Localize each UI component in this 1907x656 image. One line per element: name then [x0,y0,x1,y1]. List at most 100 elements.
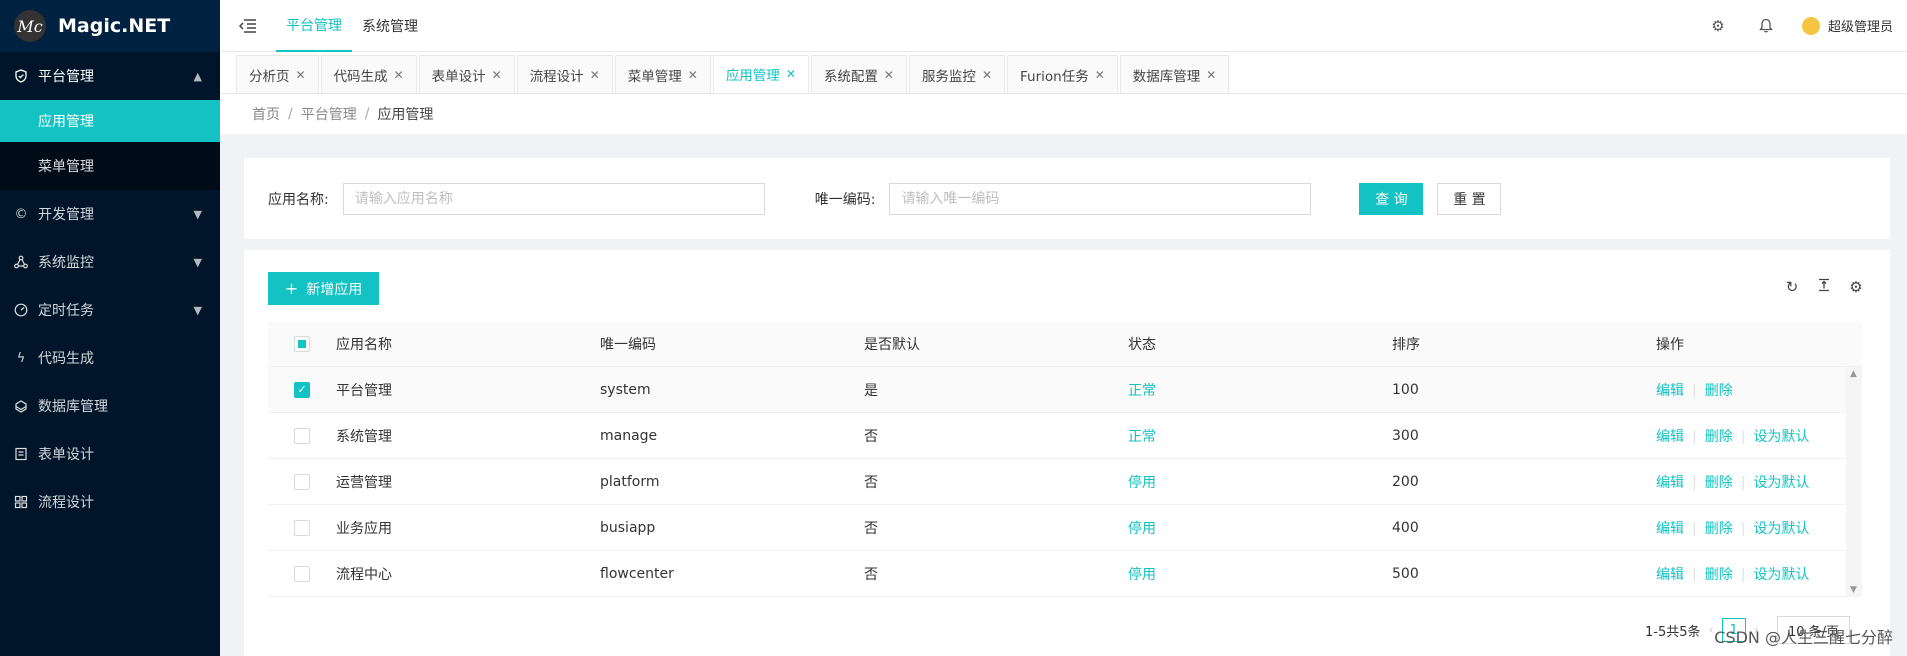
cell-default: 否 [864,474,878,491]
set-default-link[interactable]: 设为默认 [1753,429,1809,445]
table-row[interactable]: 业务应用 busiapp 否 停用 400 编辑 | 删除 | 设为默认 [268,505,1862,551]
breadcrumb-home[interactable]: 首页 [252,104,280,124]
close-icon[interactable]: ✕ [296,68,306,82]
delete-link[interactable]: 删除 [1705,383,1733,399]
reload-icon[interactable]: ↻ [1776,278,1808,296]
row-checkbox[interactable] [294,473,310,490]
scroll-up-icon[interactable]: ▲ [1850,369,1857,379]
app-name-input[interactable] [342,182,765,215]
page-tab-label: 分析页 [249,68,290,85]
bell-icon[interactable] [1742,18,1790,33]
delete-link[interactable]: 删除 [1705,475,1733,491]
query-button[interactable]: 查 询 [1359,182,1424,215]
divider: | [1740,474,1746,491]
page-tab[interactable]: Furion任务 ✕ [1007,55,1118,93]
logo[interactable]: Mc Magic.NET [0,0,220,52]
user-name[interactable]: 超级管理员 [1828,16,1893,35]
table-scrollbar[interactable]: ▲ ▼ [1846,367,1862,597]
close-icon[interactable]: ✕ [1206,68,1216,82]
page-tab[interactable]: 表单设计 ✕ [418,55,515,93]
column-height-icon[interactable] [1808,278,1840,296]
page-tab-label: 应用管理 [725,68,780,84]
sidebar-item-flow-design[interactable]: 流程设计 [0,478,220,526]
table-row[interactable]: 运营管理 platform 否 停用 200 编辑 | 删除 | 设为默认 [268,459,1862,505]
app-title: Magic.NET [58,15,171,37]
plus-icon: + [284,279,299,298]
form-icon [14,447,28,461]
page-tab-label: 代码生成 [333,68,388,85]
avatar[interactable] [1801,16,1820,35]
row-checkbox[interactable] [294,565,310,582]
sidebar-item-form-design[interactable]: 表单设计 [0,430,220,478]
divider: | [1692,474,1697,491]
settings-icon[interactable]: ⚙ [1840,278,1872,296]
close-icon[interactable]: ✕ [394,68,404,82]
divider: | [1740,566,1746,583]
chevron-left-icon[interactable]: ‹ [1709,623,1714,638]
row-checkbox[interactable] [294,519,310,536]
page-tab[interactable]: 流程设计 ✕ [516,55,613,93]
set-default-link[interactable]: 设为默认 [1753,567,1809,583]
sidebar-item-codegen[interactable]: ϟ 代码生成 [0,334,220,382]
delete-link[interactable]: 删除 [1705,429,1733,445]
page-tab-active[interactable]: 应用管理 ✕ [712,55,809,93]
edit-link[interactable]: 编辑 [1656,475,1684,491]
watermark: CSDN @人生三醒七分醉 [1714,628,1893,647]
sidebar-group-label: 开发管理 [38,207,94,223]
sidebar-item-database[interactable]: 数据库管理 [0,382,220,430]
breadcrumb-separator: / [288,106,293,122]
sidebar-group-platform[interactable]: 平台管理 ▲ [0,52,220,100]
sidebar-item-menu-management[interactable]: 菜单管理 [0,142,220,190]
breadcrumb: 首页 / 平台管理 / 应用管理 [220,94,1907,134]
row-checkbox[interactable] [294,427,310,444]
table-row[interactable]: ✓ 平台管理 system 是 正常 100 编辑 | 删除 [268,367,1862,413]
page-tab[interactable]: 系统配置 ✕ [810,55,907,93]
close-icon[interactable]: ✕ [1095,68,1105,82]
cell-code: flowcenter [600,565,674,582]
menu-fold-icon[interactable] [220,18,276,33]
scroll-down-icon[interactable]: ▼ [1850,585,1857,595]
app-code-input[interactable] [889,182,1312,215]
sidebar-item-app-management[interactable]: 应用管理 [0,100,220,142]
delete-link[interactable]: 删除 [1705,567,1733,583]
add-app-button[interactable]: + 新增应用 [268,272,379,305]
cell-default: 否 [864,566,878,583]
sidebar-group-dev[interactable]: © 开发管理 ▼ [0,190,220,238]
divider: | [1692,520,1697,537]
page-tab[interactable]: 代码生成 ✕ [320,55,417,93]
close-icon[interactable]: ✕ [688,68,698,82]
page-tab-label: 服务监控 [921,68,976,85]
close-icon[interactable]: ✕ [786,67,796,81]
cell-default: 否 [864,428,878,445]
close-icon[interactable]: ✕ [884,68,894,82]
set-default-link[interactable]: 设为默认 [1753,475,1809,491]
sidebar-item-label: 数据库管理 [38,399,108,415]
close-icon[interactable]: ✕ [982,68,992,82]
delete-link[interactable]: 删除 [1705,521,1733,537]
page-tab[interactable]: 服务监控 ✕ [908,55,1005,93]
sidebar-group-schedule[interactable]: 定时任务 ▼ [0,286,220,334]
header-tab-system[interactable]: 系统管理 [352,0,428,52]
header-tab-platform[interactable]: 平台管理 [276,0,352,52]
divider: | [1692,428,1697,445]
edit-link[interactable]: 编辑 [1656,383,1684,399]
reset-button[interactable]: 重 置 [1437,182,1502,215]
set-default-link[interactable]: 设为默认 [1753,521,1809,537]
close-icon[interactable]: ✕ [492,68,502,82]
gear-icon[interactable]: ⚙ [1694,17,1742,35]
edit-link[interactable]: 编辑 [1656,521,1684,537]
row-checkbox[interactable]: ✓ [294,381,310,398]
edit-link[interactable]: 编辑 [1656,567,1684,583]
breadcrumb-platform[interactable]: 平台管理 [301,104,357,124]
dashboard-icon [14,303,28,317]
close-icon[interactable]: ✕ [590,68,600,82]
edit-link[interactable]: 编辑 [1656,429,1684,445]
page-tab[interactable]: 分析页 ✕ [236,55,319,93]
table-row[interactable]: 系统管理 manage 否 正常 300 编辑 | 删除 | 设为默认 [268,413,1862,459]
select-all-checkbox[interactable] [294,336,310,352]
page-tab[interactable]: 数据库管理 ✕ [1119,55,1230,93]
shield-icon [14,69,28,83]
page-tab[interactable]: 菜单管理 ✕ [614,55,711,93]
sidebar-group-monitor[interactable]: 系统监控 ▼ [0,238,220,286]
table-row[interactable]: 流程中心 flowcenter 否 停用 500 编辑 | 删除 | 设为默认 [268,551,1862,597]
